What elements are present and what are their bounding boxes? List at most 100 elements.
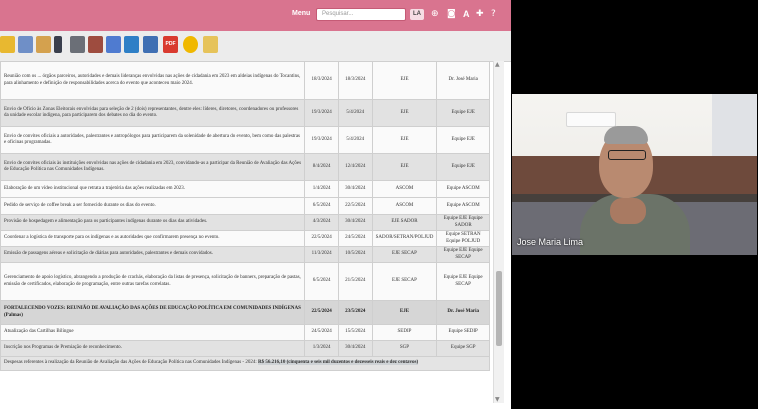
search-icon[interactable]: ⌕: [397, 9, 402, 19]
end-date-cell: 5/4/2024: [337, 126, 373, 154]
start-date-cell: 6/5/2024: [304, 262, 339, 301]
comment-icon[interactable]: [183, 36, 198, 53]
print-icon[interactable]: [143, 36, 158, 53]
delete-folder-icon[interactable]: [203, 36, 218, 53]
table-row: Gerenciamento de apoio logístico, abrang…: [0, 262, 490, 301]
team-cell: Equipe SETRAN Equipe POLJUD: [436, 230, 490, 247]
document-icon[interactable]: [18, 36, 33, 53]
cc-icon[interactable]: ◙: [447, 9, 456, 19]
table-row: Inscrição nos Programas de Premiação de …: [0, 340, 490, 357]
team-cell: Dr. José Maria: [436, 300, 490, 325]
start-date-cell: 18/3/2024: [304, 61, 339, 100]
responsible-cell: ASCOM: [371, 197, 438, 215]
responsible-cell: SADOR/SETRAN/POLJUD: [371, 230, 438, 247]
end-date-cell: 30/4/2024: [337, 340, 373, 357]
start-date-cell: 1/3/2024: [304, 340, 339, 357]
responsible-cell: EJE SECAP: [371, 262, 438, 301]
table-row: FORTALECENDO VOZES: REUNIÃO DE AVALIAÇÃO…: [0, 300, 490, 325]
activity-cell: Envio de convites oficiais às instituiçõ…: [0, 153, 306, 181]
mail-icon[interactable]: [36, 36, 51, 53]
table-row: Envio de convites oficiais a autoridades…: [0, 126, 490, 154]
schedule-table: Reunião com os ... órgãos parceiros, aut…: [0, 61, 490, 371]
end-date-cell: 5/4/2024: [337, 99, 373, 127]
activity-cell: FORTALECENDO VOZES: REUNIÃO DE AVALIAÇÃO…: [0, 300, 306, 325]
start-date-cell: 11/3/2024: [304, 246, 339, 263]
menu-button[interactable]: Menu: [292, 10, 310, 17]
responsible-cell: EJE: [371, 300, 438, 325]
vertical-scrollbar[interactable]: ▲ ▼: [493, 61, 504, 403]
end-date-cell: 24/5/2024: [337, 230, 373, 247]
table-row: Provisão de hospedagem e alimentação par…: [0, 214, 490, 231]
bookmark-icon[interactable]: ⊕: [431, 9, 439, 19]
end-date-cell: 21/5/2024: [337, 262, 373, 301]
toolbar: PDF: [0, 31, 511, 62]
layers-icon[interactable]: [106, 36, 121, 53]
air-conditioner: [566, 112, 616, 127]
layers-icon[interactable]: [124, 36, 139, 53]
end-date-cell: 30/4/2024: [337, 180, 373, 198]
table-row: Envio de Ofício às Zonas Eleitorais envo…: [0, 99, 490, 127]
table-row: Pedido de serviço de coffee break a ser …: [0, 197, 490, 215]
room-window: [712, 94, 757, 159]
pen-icon[interactable]: [54, 36, 62, 53]
video-participant-tile: Jose Maria Lima: [512, 94, 757, 255]
team-cell: Equipe ASCOM: [436, 197, 490, 215]
help-icon[interactable]: ?: [491, 9, 496, 19]
end-date-cell: 12/4/2024: [337, 153, 373, 181]
end-date-cell: 15/5/2024: [337, 324, 373, 341]
pdf-icon[interactable]: PDF: [163, 36, 178, 53]
start-date-cell: 8/4/2024: [304, 153, 339, 181]
responsible-cell: EJE SADOR: [371, 214, 438, 231]
activity-cell: Provisão de hospedagem e alimentação par…: [0, 214, 306, 231]
table-row: Emissão de passagens aéreas e solicitaçã…: [0, 246, 490, 263]
team-cell: Equipe SGP: [436, 340, 490, 357]
activity-cell: Coordenar a logística de transporte para…: [0, 230, 306, 247]
participant-name: Jose Maria Lima: [517, 237, 584, 247]
text-size-icon[interactable]: A: [463, 9, 470, 19]
files-icon[interactable]: [88, 36, 103, 53]
folder-icon[interactable]: [0, 36, 15, 53]
team-cell: Equipe EJE Equipe SECAP: [436, 262, 490, 301]
activity-cell: Inscrição nos Programas de Premiação de …: [0, 340, 306, 357]
activity-cell: Pedido de serviço de coffee break a ser …: [0, 197, 306, 215]
start-date-cell: 24/5/2024: [304, 324, 339, 341]
end-date-cell: 30/4/2024: [337, 214, 373, 231]
start-date-cell: 1/4/2024: [304, 180, 339, 198]
end-date-cell: 23/5/2024: [337, 300, 373, 325]
cross-icon[interactable]: ✚: [476, 9, 484, 19]
activity-cell: Emissão de passagens aéreas e solicitaçã…: [0, 246, 306, 263]
responsible-cell: EJE: [371, 61, 438, 100]
team-cell: Equipe EJE Equipe SADOR: [436, 214, 490, 231]
search-input[interactable]: Pesquisar...: [316, 8, 406, 21]
team-cell: Dr. José Maria: [436, 61, 490, 100]
end-date-cell: 18/3/2024: [337, 61, 373, 100]
team-cell: Equipe EJE: [436, 99, 490, 127]
document-viewer-window: Menu Pesquisar... ⌕ LA ⊕ ◙ A ✚ ? PDF Reu…: [0, 0, 511, 409]
table-row: Elaboração de um vídeo institucional que…: [0, 180, 490, 198]
person-glasses: [608, 150, 646, 160]
footer-text: Despesas referentes à realização da Reun…: [4, 360, 257, 365]
people-icon[interactable]: [70, 36, 85, 53]
start-date-cell: 19/3/2024: [304, 99, 339, 127]
search-placeholder: Pesquisar...: [322, 11, 354, 17]
scroll-up-icon[interactable]: ▲: [495, 61, 500, 68]
language-button[interactable]: LA: [410, 9, 424, 20]
scrollbar-thumb[interactable]: [496, 271, 502, 346]
table-row: Atualização das Cartilhas Bilíngue 24/5/2…: [0, 324, 490, 341]
team-cell: Equipe SEDIP: [436, 324, 490, 341]
responsible-cell: EJE: [371, 153, 438, 181]
team-cell: Equipe EJE: [436, 153, 490, 181]
activity-cell: Envio de convites oficiais a autoridades…: [0, 126, 306, 154]
scroll-down-icon[interactable]: ▼: [495, 396, 500, 403]
person-hair: [604, 126, 648, 144]
schedule-table-area: Reunião com os ... órgãos parceiros, aut…: [0, 61, 493, 403]
start-date-cell: 19/3/2024: [304, 126, 339, 154]
activity-cell: Elaboração de um vídeo institucional que…: [0, 180, 306, 198]
activity-cell: Reunião com os ... órgãos parceiros, aut…: [0, 61, 306, 100]
responsible-cell: ASCOM: [371, 180, 438, 198]
top-bar: Menu Pesquisar... ⌕ LA ⊕ ◙ A ✚ ?: [0, 0, 511, 31]
responsible-cell: SGP: [371, 340, 438, 357]
start-date-cell: 6/5/2024: [304, 197, 339, 215]
activity-cell: Atualização das Cartilhas Bilíngue: [0, 324, 306, 341]
end-date-cell: 10/5/2024: [337, 246, 373, 263]
